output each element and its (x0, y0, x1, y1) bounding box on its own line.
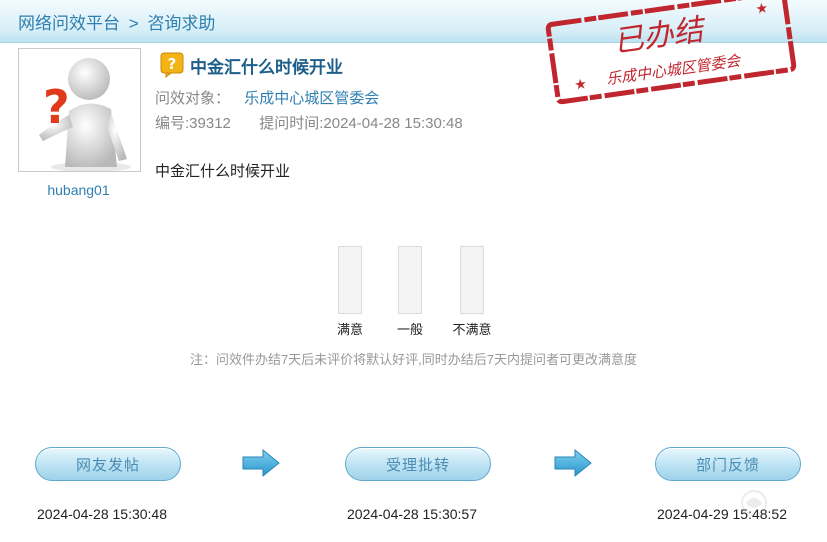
step-post-button[interactable]: 网友发帖 (35, 447, 181, 481)
step-accept-button[interactable]: 受理批转 (345, 447, 491, 481)
breadcrumb: 网络问效平台 > 咨询求助 (18, 9, 215, 34)
post-time: 提问时间:2024-04-28 15:30:48 (259, 115, 463, 132)
rating-bar (398, 246, 422, 314)
post-id: 编号:39312 (155, 115, 231, 132)
breadcrumb-root-link[interactable]: 网络问效平台 (18, 14, 120, 33)
avatar: ? (18, 48, 141, 172)
satisfaction-rating: 满意 一般 不满意 (330, 246, 500, 338)
right-arrow-icon (553, 448, 593, 478)
step-accept-time: 2024-04-28 15:30:57 (347, 506, 477, 522)
question-man-avatar-icon: ? (39, 58, 131, 171)
post-title-row: ? 中金汇什么时候开业 (160, 52, 343, 78)
completed-stamp: 已办结 ★ 乐成中心城区管委会 ★ (543, 0, 799, 107)
step-feedback-button[interactable]: 部门反馈 (655, 447, 801, 481)
rating-label: 一般 (396, 322, 423, 337)
meta-row: 编号:39312 提问时间:2024-04-28 15:30:48 (155, 112, 463, 133)
breadcrumb-separator: > (128, 14, 139, 33)
username-link[interactable]: hubang01 (18, 182, 139, 198)
post-title: 中金汇什么时候开业 (190, 57, 343, 77)
rating-label: 满意 (336, 322, 363, 337)
breadcrumb-current: 咨询求助 (147, 14, 216, 33)
rating-bar (338, 246, 362, 314)
rating-note: 注：问效件办结7天后未评价将默认好评,同时办结后7天内提问者可更改满意度 (189, 352, 638, 367)
rating-unsatisfied[interactable]: 不满意 (452, 246, 492, 338)
rating-label: 不满意 (452, 322, 492, 337)
rating-bar (460, 246, 484, 314)
svg-text:★: ★ (573, 76, 588, 94)
target-label: 问效对象： (155, 90, 231, 107)
target-row: 问效对象： 乐成中心城区管委会 (155, 87, 379, 108)
step-post-time: 2024-04-28 15:30:48 (37, 506, 167, 522)
svg-text:★: ★ (755, 0, 770, 18)
rating-satisfied[interactable]: 满意 (330, 246, 370, 338)
stamp-main-text: 已办结 (611, 12, 709, 60)
question-text: 中金汇什么时候开业 (155, 163, 291, 180)
right-arrow-icon (241, 448, 281, 478)
svg-text:?: ? (43, 80, 70, 134)
target-link[interactable]: 乐成中心城区管委会 (244, 90, 379, 107)
svg-text:?: ? (168, 55, 177, 73)
question-mark-icon: ? (160, 52, 184, 78)
rating-average[interactable]: 一般 (390, 246, 430, 338)
watermark-icon (734, 488, 774, 518)
